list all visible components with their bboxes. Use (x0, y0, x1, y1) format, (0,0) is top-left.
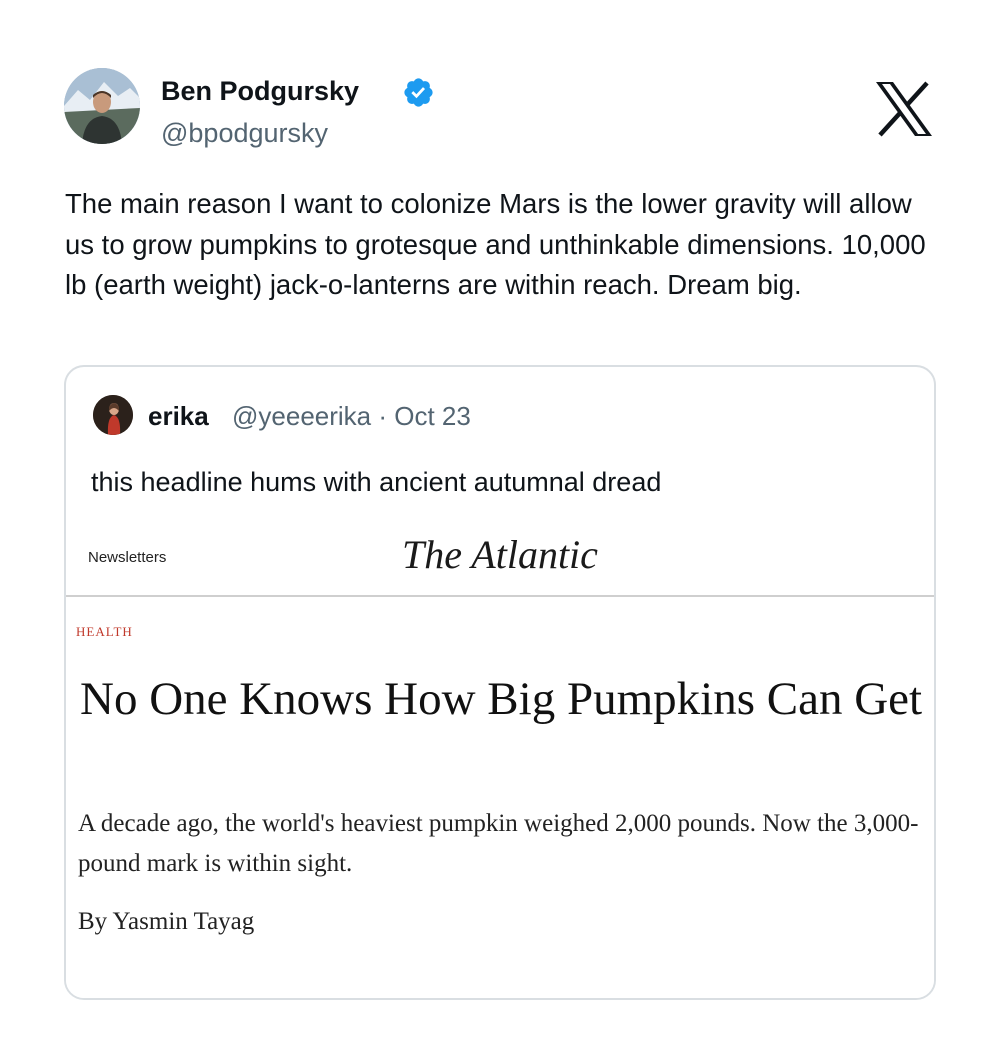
x-logo-icon[interactable] (874, 81, 934, 137)
section-tag: HEALTH (76, 624, 133, 639)
verified-badge-icon (402, 76, 435, 109)
quoted-author-avatar[interactable] (93, 395, 133, 435)
article-dek: A decade ago, the world's heaviest pumpk… (78, 810, 919, 877)
newsletters-link: Newsletters (88, 549, 167, 566)
author-name[interactable]: Ben Podgursky (161, 76, 359, 107)
quoted-tweet[interactable]: erika @yeeeerika · Oct 23 this headline … (64, 365, 936, 1000)
quoted-author-name[interactable]: erika (148, 401, 209, 432)
author-handle[interactable]: @bpodgursky (161, 118, 328, 149)
quoted-author-handle[interactable]: @yeeeerika · Oct 23 (232, 401, 471, 432)
article-screenshot: Newsletters The Atlantic HEALTH No One K… (66, 517, 934, 998)
quoted-tweet-text: this headline hums with ancient autumnal… (91, 467, 662, 497)
article-headline: No One Knows How Big Pumpkins Can Get (80, 673, 923, 725)
article-nav: Newsletters The Atlantic (66, 517, 934, 597)
publication-masthead: The Atlantic (402, 532, 598, 577)
tweet-text: The main reason I want to colonize Mars … (65, 188, 926, 300)
tweet-header: Ben Podgursky @bpodgursky (64, 68, 944, 158)
author-avatar[interactable] (64, 68, 140, 144)
article-byline: By Yasmin Tayag (78, 908, 255, 935)
